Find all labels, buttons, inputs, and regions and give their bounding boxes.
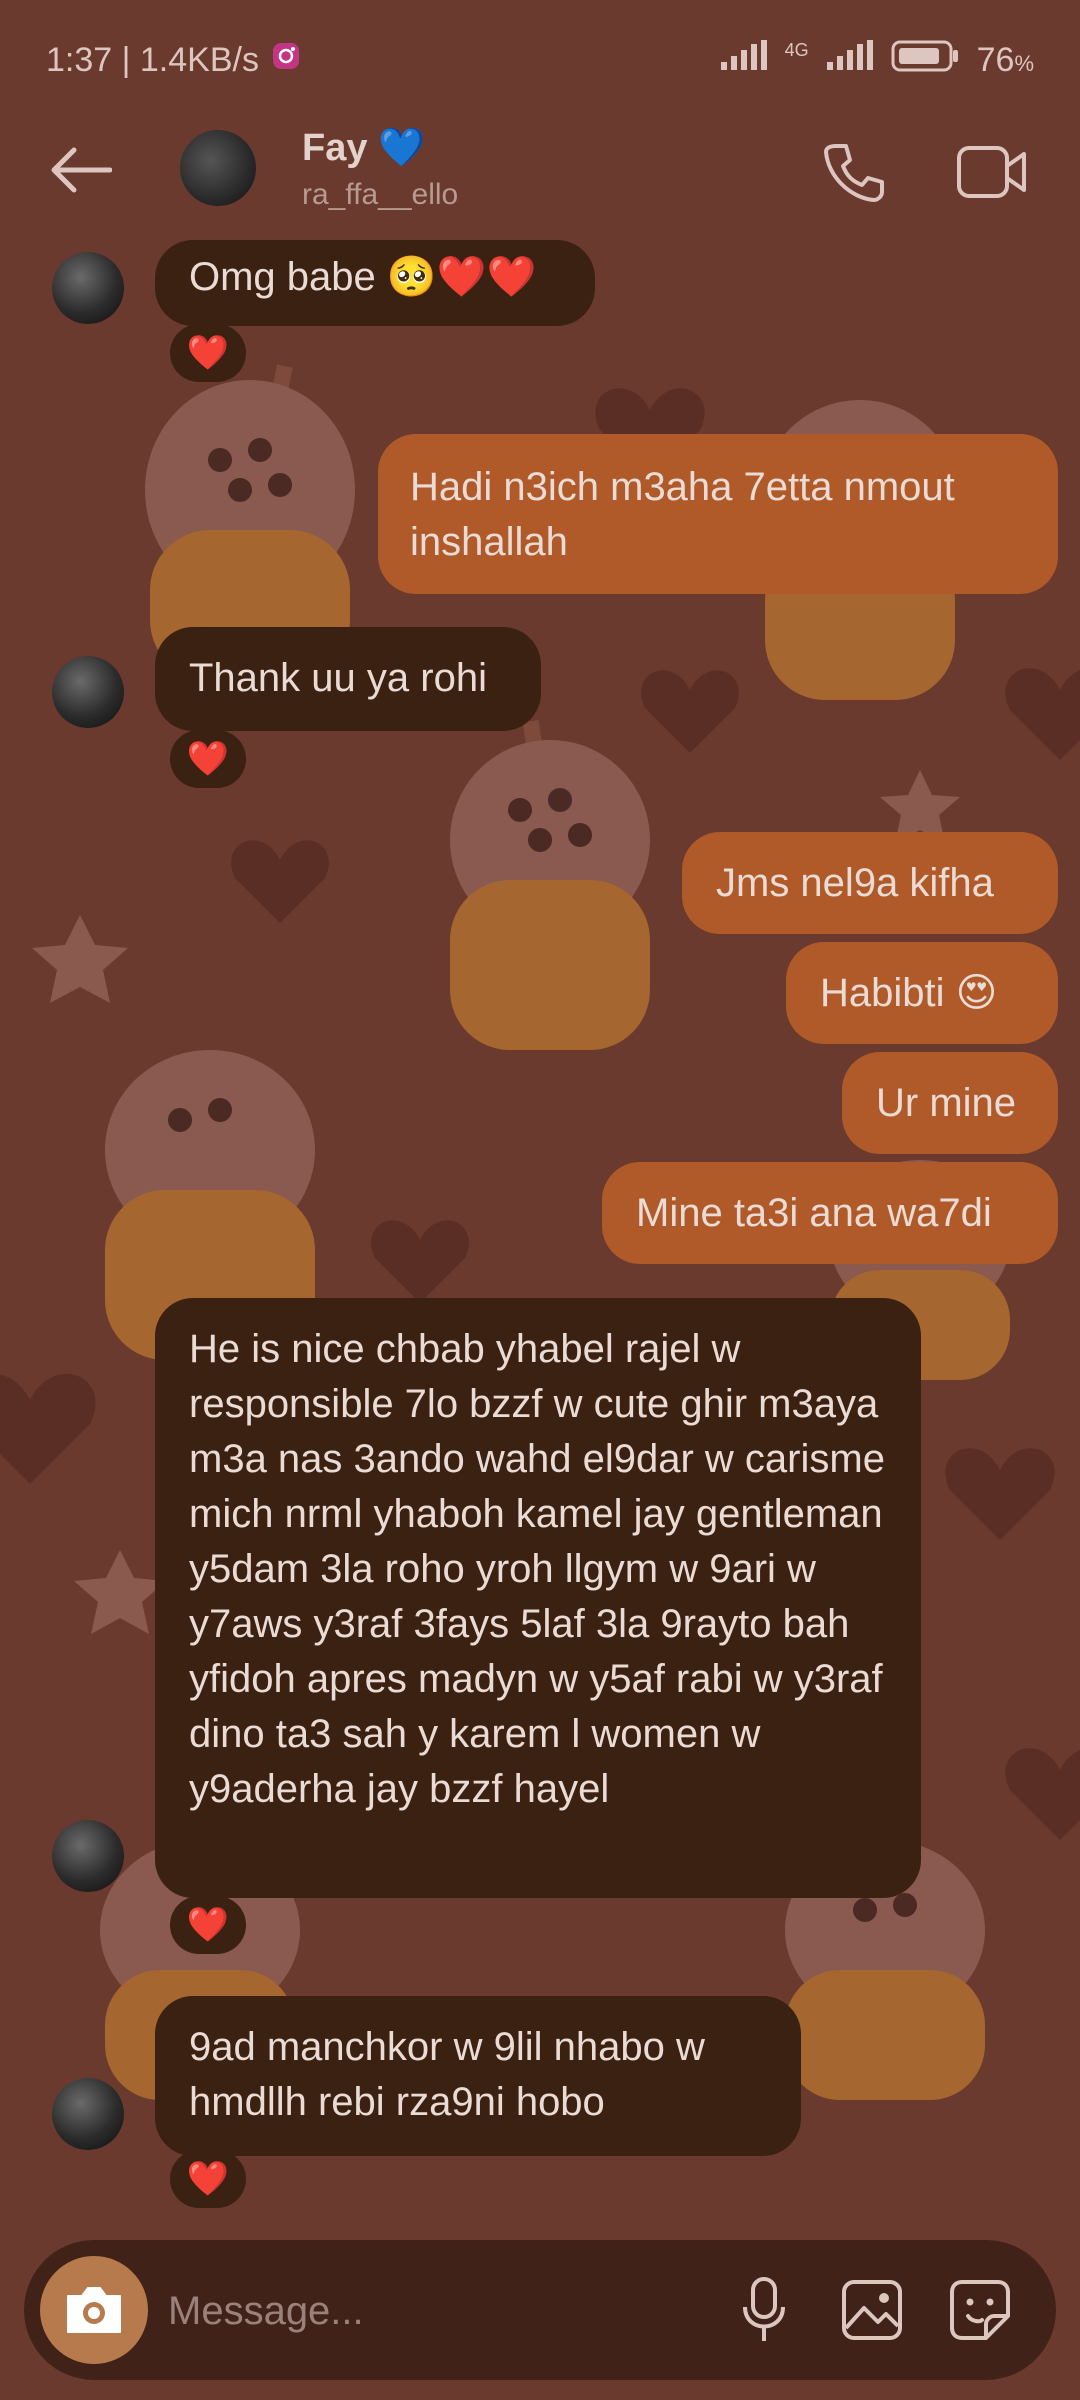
- heart-reaction[interactable]: ❤️: [170, 730, 246, 788]
- battery-icon: [891, 39, 961, 82]
- message-incoming[interactable]: He is nice chbab yhabel rajel w responsi…: [155, 1298, 921, 1898]
- camera-icon: [67, 2287, 121, 2333]
- microphone-icon: [743, 2277, 785, 2341]
- signal-icon-2: [825, 39, 875, 81]
- status-bar: 1:37 | 1.4KB/s 4G 76%: [0, 0, 1080, 120]
- blue-heart-emoji: 💙: [378, 127, 426, 169]
- sticker-button[interactable]: [940, 2270, 1020, 2350]
- heart-reaction[interactable]: ❤️: [170, 324, 246, 382]
- audio-call-button[interactable]: [818, 136, 890, 208]
- message-outgoing[interactable]: Ur mine: [842, 1052, 1058, 1154]
- sender-avatar[interactable]: [52, 2078, 124, 2150]
- back-button[interactable]: [40, 140, 120, 200]
- sender-avatar[interactable]: [52, 1820, 124, 1892]
- heart-reaction[interactable]: ❤️: [170, 1896, 246, 1954]
- message-composer: [24, 2240, 1056, 2380]
- network-4g-label: 4G: [784, 39, 809, 60]
- microphone-button[interactable]: [724, 2270, 804, 2350]
- contact-avatar[interactable]: [180, 130, 256, 206]
- message-outgoing[interactable]: Mine ta3i ana wa7di: [602, 1162, 1058, 1264]
- message-outgoing[interactable]: Jms nel9a kifha: [682, 832, 1058, 934]
- camera-button[interactable]: [40, 2256, 148, 2364]
- heart-reaction[interactable]: ❤️: [170, 2150, 246, 2208]
- status-time-speed: 1:37 | 1.4KB/s: [46, 40, 259, 79]
- message-incoming[interactable]: Omg babe 🥺❤️❤️: [155, 240, 595, 326]
- gallery-button[interactable]: [832, 2270, 912, 2350]
- sticker-icon: [950, 2280, 1010, 2340]
- message-incoming[interactable]: 9ad manchkor w 9lil nhabo w hmdllh rebi …: [155, 1996, 801, 2156]
- image-icon: [842, 2280, 902, 2340]
- chat-header: Fay 💙 ra_ffa__ello: [0, 120, 1080, 240]
- sender-avatar[interactable]: [52, 656, 124, 728]
- sender-avatar[interactable]: [52, 252, 124, 324]
- phone-icon: [824, 144, 884, 202]
- contact-name[interactable]: Fay 💙: [302, 126, 425, 170]
- message-outgoing[interactable]: Habibti 😍: [786, 942, 1058, 1044]
- message-outgoing[interactable]: Hadi n3ich m3aha 7etta nmout inshallah: [378, 434, 1058, 594]
- back-arrow-icon: [51, 147, 112, 193]
- video-call-button[interactable]: [954, 136, 1030, 208]
- instagram-icon: [271, 41, 301, 80]
- video-camera-icon: [957, 146, 1026, 198]
- signal-icon: [719, 39, 769, 81]
- battery-level: 76%: [976, 40, 1034, 79]
- contact-username[interactable]: ra_ffa__ello: [302, 178, 458, 212]
- message-incoming[interactable]: Thank uu ya rohi: [155, 627, 541, 731]
- message-input[interactable]: [166, 2270, 710, 2352]
